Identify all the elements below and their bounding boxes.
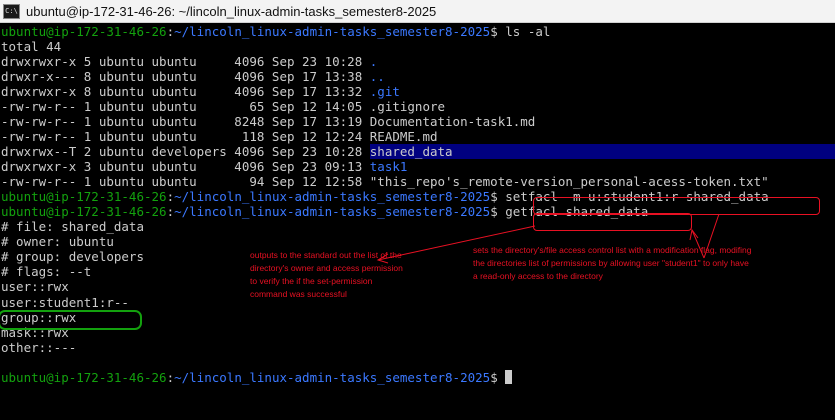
ls-entry-name: . <box>369 54 378 69</box>
window-title: ubuntu@ip-172-31-46-26: ~/lincoln_linux-… <box>26 3 437 19</box>
prompt-sep: : <box>166 370 175 385</box>
prompt-path: ~/lincoln_linux-admin-tasks_semester8-20… <box>174 370 491 385</box>
text-cursor <box>505 370 513 384</box>
selection-highlight <box>397 144 835 159</box>
acl-line: other::--- <box>1 340 77 355</box>
ls-entry-info: -rw-rw-r-- 1 ubuntu ubuntu 65 Sep 12 14:… <box>1 99 370 114</box>
ls-entry: drwxrwxr-x 5 ubuntu ubuntu 4096 Sep 23 1… <box>1 54 377 69</box>
ls-entry: drwxrwxr-x 8 ubuntu ubuntu 4096 Sep 17 1… <box>1 84 400 99</box>
setfacl-annotation: sets the directory's/file access control… <box>473 244 751 283</box>
ls-entry: -rw-rw-r-- 1 ubuntu ubuntu 8248 Sep 17 1… <box>1 114 535 129</box>
ls-entry-shared-data: drwxrwx--T 2 ubuntu developers 4096 Sep … <box>1 144 453 159</box>
note-line: sets the directory's/file access control… <box>473 245 752 255</box>
acl-line: user::rwx <box>1 279 69 294</box>
ls-entry: -rw-rw-r-- 1 ubuntu ubuntu 118 Sep 12 12… <box>1 129 438 144</box>
note-line: a read-only access to the directory <box>473 271 603 281</box>
ls-entry-info: -rw-rw-r-- 1 ubuntu ubuntu 8248 Sep 17 1… <box>1 114 370 129</box>
ls-entry-name: README.md <box>369 129 438 144</box>
ls-entry-info: drwxr-x--- 8 ubuntu ubuntu 4096 Sep 17 1… <box>1 69 370 84</box>
acl-line: # owner: ubuntu <box>1 234 114 249</box>
prompt-user-host: ubuntu@ip-172-31-46-26 <box>1 24 167 39</box>
note-line: to verify the if the set-permission <box>250 276 373 286</box>
prompt-user-host: ubuntu@ip-172-31-46-26 <box>1 204 167 219</box>
note-line: directory's owner and access permission <box>250 263 403 273</box>
ls-total: total 44 <box>1 39 62 54</box>
student1-highlight-box <box>0 310 142 330</box>
prompt-symbol: $ <box>490 370 506 385</box>
ls-entry-name: shared_data <box>369 144 453 159</box>
note-line: the directories list of permissions by a… <box>473 258 749 268</box>
note-line: command was successful <box>250 289 347 299</box>
prompt-symbol: $ <box>490 189 506 204</box>
ls-entry-name: .gitignore <box>369 99 446 114</box>
terminal-icon: C:\ <box>3 3 20 19</box>
prompt-symbol: $ <box>490 204 506 219</box>
terminal-window: C:\ ubuntu@ip-172-31-46-26: ~/lincoln_li… <box>0 0 835 420</box>
title-bar[interactable]: C:\ ubuntu@ip-172-31-46-26: ~/lincoln_li… <box>0 0 835 23</box>
prompt-user-host: ubuntu@ip-172-31-46-26 <box>1 370 167 385</box>
ls-entry: -rw-rw-r-- 1 ubuntu ubuntu 94 Sep 12 12:… <box>1 174 769 189</box>
ls-entry-info: drwxrwxr-x 8 ubuntu ubuntu 4096 Sep 17 1… <box>1 84 370 99</box>
prompt-sep: : <box>166 24 175 39</box>
prompt-path: ~/lincoln_linux-admin-tasks_semester8-20… <box>174 189 491 204</box>
ls-entry-info: drwxrwxr-x 5 ubuntu ubuntu 4096 Sep 23 1… <box>1 54 370 69</box>
ls-entry: drwxr-x--- 8 ubuntu ubuntu 4096 Sep 17 1… <box>1 69 385 84</box>
arrow-setfacl-head <box>689 228 699 241</box>
prompt-line-current: ubuntu@ip-172-31-46-26:~/lincoln_linux-a… <box>1 370 513 385</box>
ls-entry-info: drwxrwxr-x 3 ubuntu ubuntu 4096 Sep 23 0… <box>1 159 370 174</box>
prompt-user-host: ubuntu@ip-172-31-46-26 <box>1 189 167 204</box>
ls-entry-info: drwxrwx--T 2 ubuntu developers 4096 Sep … <box>1 144 370 159</box>
ls-entry-name: task1 <box>369 159 408 174</box>
prompt-symbol: $ <box>490 24 506 39</box>
acl-line: # flags: --t <box>1 264 92 279</box>
ls-entry-name: Documentation-task1.md <box>369 114 536 129</box>
prompt-sep: : <box>166 189 175 204</box>
acl-line-student1: user:student1:r-- <box>1 295 129 310</box>
ls-entry-info: -rw-rw-r-- 1 ubuntu ubuntu 94 Sep 12 12:… <box>1 174 370 189</box>
command-ls: ls -al <box>505 24 551 39</box>
acl-line: # group: developers <box>1 249 144 264</box>
ls-entry-name: .. <box>369 69 385 84</box>
note-line: outputs to the standard out the list of … <box>250 250 402 260</box>
ls-entry: drwxrwxr-x 3 ubuntu ubuntu 4096 Sep 23 0… <box>1 159 407 174</box>
prompt-line-ls: ubuntu@ip-172-31-46-26:~/lincoln_linux-a… <box>1 24 550 39</box>
acl-line: # file: shared_data <box>1 219 144 234</box>
prompt-path: ~/lincoln_linux-admin-tasks_semester8-20… <box>174 204 491 219</box>
prompt-path: ~/lincoln_linux-admin-tasks_semester8-20… <box>174 24 491 39</box>
prompt-sep: : <box>166 204 175 219</box>
ls-entry: -rw-rw-r-- 1 ubuntu ubuntu 65 Sep 12 14:… <box>1 99 445 114</box>
ls-entry-info: -rw-rw-r-- 1 ubuntu ubuntu 118 Sep 12 12… <box>1 129 370 144</box>
ls-entry-name: "this_repo's_remote-version_personal-ace… <box>369 174 769 189</box>
getfacl-highlight-box <box>533 213 692 231</box>
ls-entry-name: .git <box>369 84 400 99</box>
getfacl-annotation: outputs to the standard out the list of … <box>250 249 403 301</box>
